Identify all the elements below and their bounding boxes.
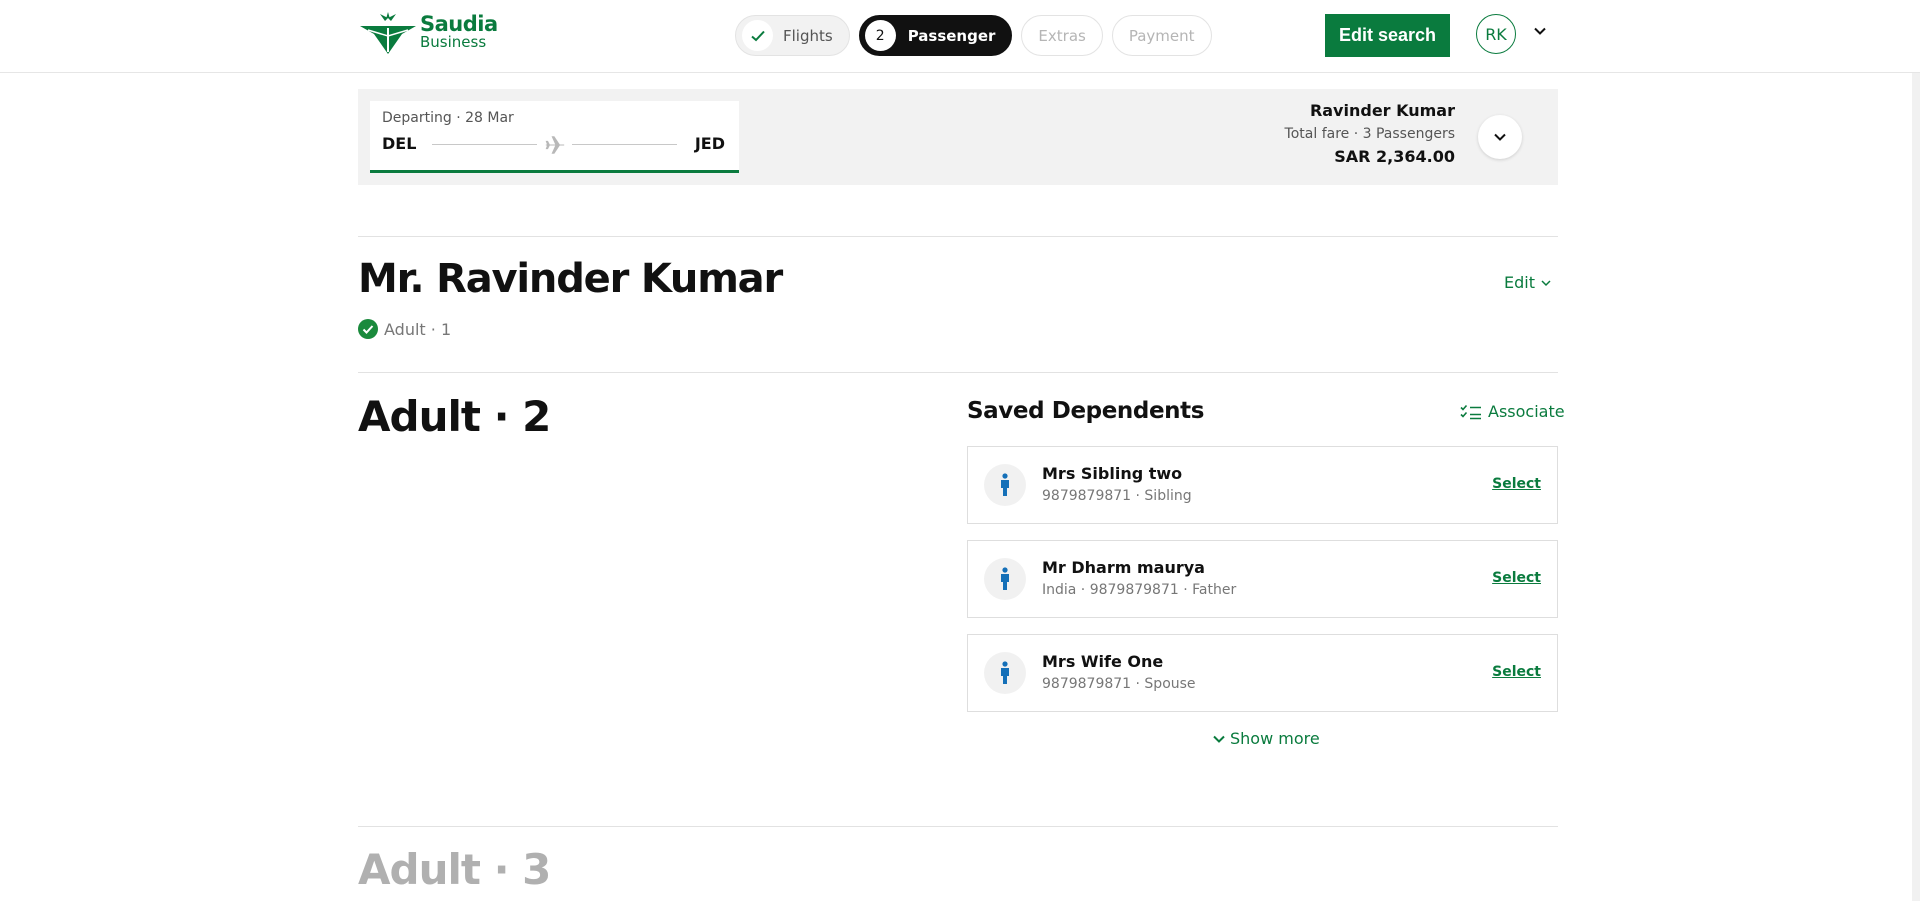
step-extras[interactable]: Extras: [1021, 15, 1103, 56]
expand-summary-button[interactable]: [1478, 115, 1522, 159]
step-label: Flights: [783, 26, 833, 45]
edit-search-button[interactable]: Edit search: [1325, 14, 1450, 57]
step-number: 2: [864, 20, 896, 51]
trip-summary: Departing · 28 Mar DEL JED Ravinder Kuma…: [358, 89, 1558, 185]
dependent-name: Mr Dharm maurya: [1042, 558, 1205, 577]
dependent-meta: 9879879871 · Spouse: [1042, 676, 1196, 692]
select-dependent-link[interactable]: Select: [1492, 570, 1541, 586]
saved-dependents-title: Saved Dependents: [967, 398, 1204, 424]
show-more-label: Show more: [1230, 729, 1320, 748]
person-icon: [984, 652, 1026, 694]
divider: [358, 826, 1558, 827]
step-label: Passenger: [907, 26, 996, 45]
passenger-type-label: Adult · 1: [384, 319, 452, 339]
divider: [358, 236, 1558, 237]
associate-link[interactable]: Associate: [1460, 402, 1565, 421]
passenger-1-title: Mr. Ravinder Kumar: [358, 256, 783, 302]
passenger-1-status: Adult · 1: [358, 319, 451, 339]
passenger-3-title: Adult · 3: [358, 845, 551, 894]
step-passenger[interactable]: 2 Passenger: [858, 15, 1013, 56]
scrollbar[interactable]: [1912, 73, 1920, 901]
dependent-card[interactable]: Mrs Sibling two 9879879871 · Sibling Sel…: [967, 446, 1558, 524]
checklist-icon: [1460, 404, 1481, 419]
divider: [358, 372, 1558, 373]
dependent-meta: 9879879871 · Sibling: [1042, 488, 1192, 504]
person-icon: [984, 558, 1026, 600]
associate-label: Associate: [1488, 402, 1565, 421]
brand-name: Saudia: [420, 12, 498, 36]
brand-subtitle: Business: [420, 33, 487, 51]
booking-steps: Flights 2 Passenger Extras Payment: [735, 15, 1212, 56]
edit-label: Edit: [1504, 273, 1535, 292]
dependent-name: Mrs Wife One: [1042, 652, 1164, 671]
fare-label: Total fare · 3 Passengers: [1284, 126, 1455, 142]
departing-date: Departing · 28 Mar: [382, 110, 514, 126]
step-payment[interactable]: Payment: [1111, 15, 1212, 56]
step-flights[interactable]: Flights: [735, 15, 850, 56]
plane-icon: [545, 136, 565, 154]
destination-code: JED: [694, 134, 725, 153]
lead-passenger-name: Ravinder Kumar: [1309, 101, 1455, 120]
top-header: Saudia Business Flights 2 Passenger Extr…: [0, 0, 1920, 73]
chevron-down-icon: [1541, 279, 1551, 286]
edit-passenger-link[interactable]: Edit: [1504, 273, 1552, 292]
origin-code: DEL: [382, 134, 417, 153]
select-dependent-link[interactable]: Select: [1492, 476, 1541, 492]
chevron-down-icon: [1494, 133, 1506, 141]
dependent-card[interactable]: Mrs Wife One 9879879871 · Spouse Select: [967, 634, 1558, 712]
dependent-card[interactable]: Mr Dharm maurya India · 9879879871 · Fat…: [967, 540, 1558, 618]
select-dependent-link[interactable]: Select: [1492, 664, 1541, 680]
step-label: Payment: [1128, 26, 1195, 45]
check-icon: [742, 20, 773, 51]
chevron-down-icon[interactable]: [1533, 24, 1547, 38]
passenger-2-title: Adult · 2: [358, 392, 551, 441]
check-circle-icon: [358, 319, 378, 339]
dependent-name: Mrs Sibling two: [1042, 464, 1183, 483]
show-more-link[interactable]: Show more: [1212, 729, 1320, 748]
saudia-logo[interactable]: Saudia Business: [358, 12, 498, 54]
dependent-meta: India · 9879879871 · Father: [1042, 582, 1237, 598]
step-label: Extras: [1038, 26, 1086, 45]
fare-total: SAR 2,364.00: [1334, 147, 1455, 166]
palm-logo-icon: [360, 12, 416, 54]
flight-card[interactable]: Departing · 28 Mar DEL JED: [370, 101, 739, 173]
avatar[interactable]: RK: [1476, 14, 1516, 54]
route-line: [432, 144, 537, 145]
chevron-down-icon: [1213, 735, 1225, 743]
person-icon: [984, 464, 1026, 506]
fare-summary: Ravinder Kumar Total fare · 3 Passengers…: [1285, 101, 1455, 166]
route-line: [572, 144, 677, 145]
